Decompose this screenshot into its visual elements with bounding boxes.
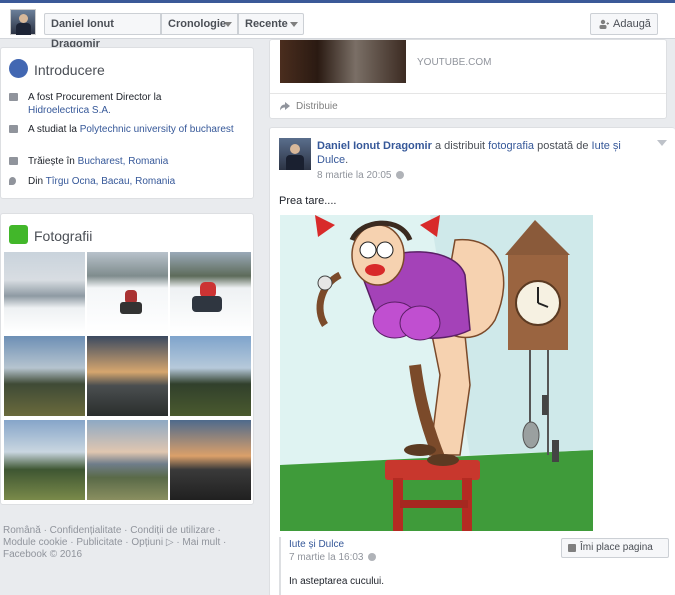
shared-photo-post: Daniel Ionut Dragomir a distribuit fotog… xyxy=(269,127,675,595)
work-link[interactable]: Hidroelectrica S.A. xyxy=(28,105,111,116)
origin-page-link[interactable]: Iute și xyxy=(592,140,621,152)
author-avatar[interactable] xyxy=(279,138,311,170)
add-friend-button[interactable]: Adaugă xyxy=(590,13,658,35)
add-person-icon xyxy=(599,19,609,29)
share-button[interactable]: Distribuie xyxy=(296,101,338,112)
current-city-link[interactable]: Bucharest, Romania xyxy=(78,156,169,167)
posted-by-text: postată de xyxy=(534,140,592,152)
footer-line[interactable]: Module cookie · Publicitate · Opțiuni ▷ … xyxy=(3,537,253,549)
photo-link[interactable]: fotografia xyxy=(488,140,534,152)
chevron-down-icon xyxy=(224,22,232,27)
photo-thumbnail[interactable] xyxy=(4,252,85,332)
footer-line[interactable]: Română · Confidențialitate · Condiții de… xyxy=(3,525,253,537)
photo-thumbnail[interactable] xyxy=(87,336,168,416)
globe-icon xyxy=(9,59,28,78)
share-icon xyxy=(280,102,290,111)
like-page-label: Îmi place pagina xyxy=(580,542,653,553)
briefcase-icon xyxy=(9,93,18,101)
intro-title: Introducere xyxy=(34,62,105,78)
public-globe-icon xyxy=(395,171,404,179)
profile-avatar[interactable] xyxy=(10,9,36,35)
thumbs-up-icon xyxy=(568,544,576,552)
photos-card: Fotografii xyxy=(0,213,254,505)
intro-from-label: Din xyxy=(28,176,44,187)
post-action-text: a distribuit xyxy=(431,140,489,152)
intro-study-label: A studiat la xyxy=(28,124,77,135)
location-pin-icon xyxy=(9,177,16,185)
original-page-link[interactable]: Iute și Dulce xyxy=(289,539,344,550)
photo-thumbnail[interactable] xyxy=(4,336,85,416)
original-post-text: In asteptarea cucului. xyxy=(289,576,385,587)
original-timestamp[interactable]: 7 martie la 16:03 xyxy=(289,552,376,563)
timeline-label: Cronologie xyxy=(168,18,227,30)
author-link[interactable]: Daniel Ionut Dragomir xyxy=(317,140,432,152)
photo-thumbnail[interactable] xyxy=(87,252,168,332)
intro-card: Introducere A fost Procurement Director … xyxy=(0,47,254,199)
cartoon-illustration xyxy=(280,215,593,531)
hometown-link[interactable]: Tîrgu Ocna, Bacau, Romania xyxy=(46,176,176,187)
original-date-text: 7 martie la 16:03 xyxy=(289,552,364,563)
photos-icon xyxy=(9,225,28,244)
photo-thumbnail[interactable] xyxy=(87,420,168,500)
intro-lives-row: Trăiește în Bucharest, Romania xyxy=(9,155,249,168)
shared-cartoon-image[interactable] xyxy=(280,215,593,531)
photo-thumbnail[interactable] xyxy=(170,420,251,500)
post-date-text: 8 martie la 20:05 xyxy=(317,170,392,181)
post-actions: Distribuie xyxy=(270,93,666,119)
profile-name-button[interactable]: Daniel Ionut Dragomir xyxy=(44,13,161,50)
photo-thumbnail[interactable] xyxy=(170,252,251,332)
video-thumbnail[interactable] xyxy=(280,40,406,83)
photos-title: Fotografii xyxy=(34,228,93,244)
timeline-dropdown[interactable]: Cronologie xyxy=(161,13,238,35)
recent-dropdown[interactable]: Recente xyxy=(238,13,304,35)
post-timestamp[interactable]: 8 martie la 20:05 xyxy=(317,170,404,181)
post-text: Prea tare.... xyxy=(279,195,337,207)
intro-work-row: A fost Procurement Director la Hidroelect… xyxy=(9,91,249,117)
photo-thumbnail[interactable] xyxy=(170,336,251,416)
original-post-info: Iute și Dulce 7 martie la 16:03 Îmi plac… xyxy=(279,537,669,595)
profile-top-bar: Daniel Ionut Dragomir Cronologie Recente… xyxy=(0,0,675,50)
footer-links: Română · Confidențialitate · Condiții de… xyxy=(3,525,253,561)
graduation-cap-icon xyxy=(9,125,18,133)
post-options-chevron-icon[interactable] xyxy=(657,140,667,146)
school-link[interactable]: Polytechnic university of bucharest xyxy=(80,124,234,135)
add-label: Adaugă xyxy=(613,18,651,30)
public-globe-icon xyxy=(367,553,376,561)
recent-label: Recente xyxy=(245,18,288,30)
photo-thumbnail[interactable] xyxy=(4,420,85,500)
previous-post-card: YOUTUBE.COM Distribuie xyxy=(269,39,667,119)
link-source: YOUTUBE.COM xyxy=(417,57,492,68)
footer-copyright: Facebook © 2016 xyxy=(3,549,83,560)
intro-from-row: Din Tîrgu Ocna, Bacau, Romania xyxy=(9,175,249,188)
post-header: Daniel Ionut Dragomir a distribuit fotog… xyxy=(317,140,621,166)
chevron-down-icon xyxy=(290,22,298,27)
intro-study-row: A studiat la Polytechnic university of b… xyxy=(9,123,249,136)
like-page-button[interactable]: Îmi place pagina xyxy=(561,538,669,558)
intro-lives-label: Trăiește în xyxy=(28,156,75,167)
intro-work-label: A fost Procurement Director la xyxy=(28,92,162,103)
home-icon xyxy=(9,157,18,165)
origin-page-link-cont[interactable]: Dulce xyxy=(317,154,345,166)
